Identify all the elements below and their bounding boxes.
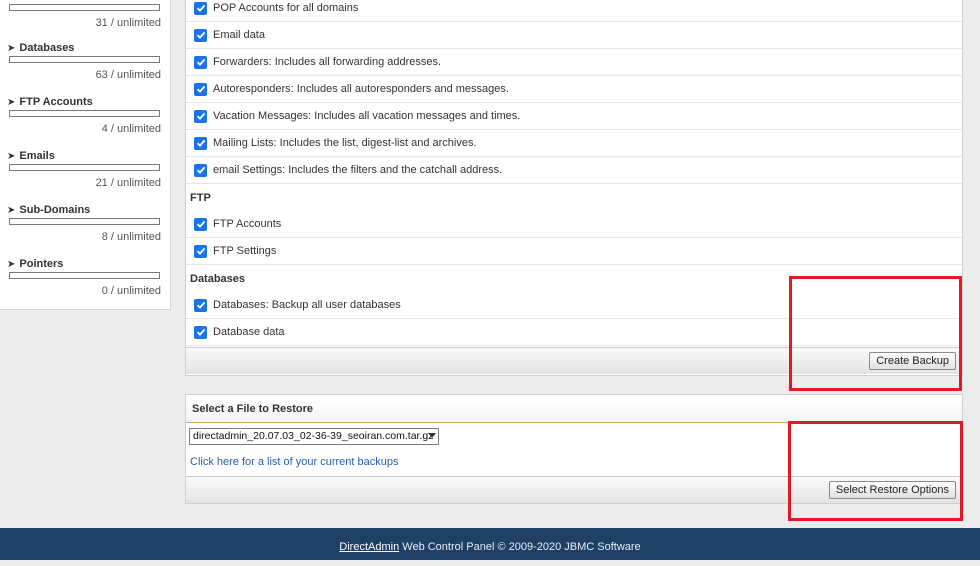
checkbox-checked-icon[interactable]	[194, 28, 207, 42]
usage-bar	[9, 56, 160, 63]
stat-block-pointers: ➤ Pointers 0 / unlimited	[0, 256, 171, 299]
option-ftp-settings[interactable]: FTP Settings	[186, 238, 962, 265]
checkbox-checked-icon[interactable]	[194, 136, 207, 150]
option-label: POP Accounts for all domains	[213, 2, 359, 14]
stat-block-ftp-accounts: ➤ FTP Accounts 4 / unlimited	[0, 94, 171, 137]
page-footer: DirectAdmin Web Control Panel © 2009-202…	[0, 528, 980, 560]
usage-value: 8 / unlimited	[101, 231, 161, 243]
option-vacation-messages[interactable]: Vacation Messages: Includes all vacation…	[186, 103, 962, 130]
option-label: Mailing Lists: Includes the list, digest…	[213, 137, 477, 149]
highlight-box-restore-options	[788, 421, 963, 521]
checkbox-checked-icon[interactable]	[194, 82, 207, 96]
usage-bar	[9, 272, 160, 279]
option-mailing-lists[interactable]: Mailing Lists: Includes the list, digest…	[186, 130, 962, 157]
option-pop-accounts[interactable]: POP Accounts for all domains	[186, 0, 962, 22]
section-title-databases: Databases	[190, 273, 246, 285]
option-ftp-accounts[interactable]: FTP Accounts	[186, 211, 962, 238]
footer-text: Web Control Panel © 2009-2020 JBMC Softw…	[402, 541, 641, 553]
option-label: Email data	[213, 29, 265, 41]
highlight-box-create-backup	[789, 276, 962, 391]
sidebar-usage-stats: 31 / unlimited ➤ Databases 63 / unlimited…	[0, 0, 171, 310]
arrow-right-icon: ➤	[7, 151, 16, 162]
restore-file-select[interactable]: directadmin_20.07.03_02-36-39_seoiran.co…	[189, 428, 439, 445]
dropdown-caret-icon	[428, 433, 436, 438]
usage-bar	[9, 4, 160, 11]
stat-label: Emails	[19, 150, 55, 162]
option-autoresponders[interactable]: Autoresponders: Includes all autorespond…	[186, 76, 962, 103]
stat-block-emails: ➤ Emails 21 / unlimited	[0, 148, 171, 191]
option-label: Database data	[213, 326, 285, 338]
stat-label: FTP Accounts	[19, 96, 93, 108]
stat-block-previous: 31 / unlimited	[0, 4, 171, 31]
usage-bar	[9, 110, 160, 117]
arrow-right-icon: ➤	[7, 205, 16, 216]
option-label: email Settings: Includes the filters and…	[213, 164, 503, 176]
directadmin-link[interactable]: DirectAdmin	[339, 541, 399, 553]
checkbox-checked-icon[interactable]	[194, 244, 207, 258]
usage-value: 4 / unlimited	[101, 123, 161, 135]
usage-value: 21 / unlimited	[95, 177, 161, 189]
usage-value: 0 / unlimited	[101, 285, 161, 297]
section-title-ftp: FTP	[190, 192, 211, 204]
option-label: Forwarders: Includes all forwarding addr…	[213, 56, 442, 68]
stat-label: Databases	[19, 42, 75, 54]
option-label: Vacation Messages: Includes all vacation…	[213, 110, 521, 122]
checkbox-checked-icon[interactable]	[194, 55, 207, 69]
option-email-data[interactable]: Email data	[186, 22, 962, 49]
stat-block-sub-domains: ➤ Sub-Domains 8 / unlimited	[0, 202, 171, 245]
stat-label: Sub-Domains	[19, 204, 91, 216]
option-label: FTP Settings	[213, 245, 277, 257]
arrow-right-icon: ➤	[7, 43, 16, 54]
option-label: Databases: Backup all user databases	[213, 299, 401, 311]
usage-bar	[9, 218, 160, 225]
restore-title: Select a File to Restore	[186, 395, 962, 423]
usage-value: 31 / unlimited	[95, 17, 161, 29]
checkbox-checked-icon[interactable]	[194, 163, 207, 177]
checkbox-checked-icon[interactable]	[194, 325, 207, 339]
usage-value: 63 / unlimited	[95, 69, 161, 81]
option-label: Autoresponders: Includes all autorespond…	[213, 83, 509, 95]
checkbox-checked-icon[interactable]	[194, 298, 207, 312]
selected-file: directadmin_20.07.03_02-36-39_seoiran.co…	[193, 430, 434, 442]
checkbox-checked-icon[interactable]	[194, 109, 207, 123]
option-email-settings[interactable]: email Settings: Includes the filters and…	[186, 157, 962, 184]
option-forwarders[interactable]: Forwarders: Includes all forwarding addr…	[186, 49, 962, 76]
usage-bar	[9, 164, 160, 171]
backup-list-link[interactable]: Click here for a list of your current ba…	[190, 456, 398, 468]
checkbox-checked-icon[interactable]	[194, 1, 207, 15]
option-label: FTP Accounts	[213, 218, 282, 230]
arrow-right-icon: ➤	[7, 259, 16, 270]
arrow-right-icon: ➤	[7, 97, 16, 108]
checkbox-checked-icon[interactable]	[194, 217, 207, 231]
stat-label: Pointers	[19, 258, 64, 270]
stat-block-databases: ➤ Databases 63 / unlimited	[0, 40, 171, 83]
